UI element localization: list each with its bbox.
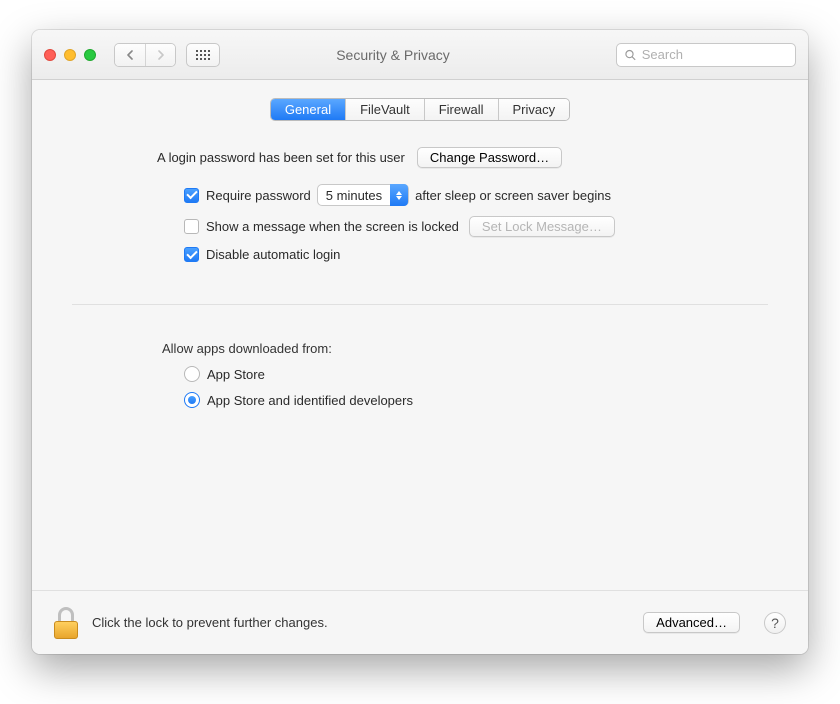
tab-general[interactable]: General [271,99,345,120]
window-title: Security & Privacy [180,47,606,63]
disable-auto-login-checkbox[interactable] [184,247,199,262]
lock-text: Click the lock to prevent further change… [92,615,328,630]
help-button[interactable]: ? [764,612,786,634]
require-password-label-before: Require password [206,188,311,203]
require-password-delay-value: 5 minutes [326,188,382,203]
gatekeeper-heading: Allow apps downloaded from: [162,341,758,356]
preferences-window: Security & Privacy General FileVault Fir… [32,30,808,654]
content-area: General FileVault Firewall Privacy A log… [32,80,808,654]
minimize-button[interactable] [64,49,76,61]
lock-icon[interactable] [54,607,80,639]
radio-app-store-label: App Store [207,367,265,382]
search-input[interactable] [642,47,787,62]
login-status-text: A login password has been set for this u… [157,150,405,165]
back-button[interactable] [115,44,145,66]
require-password-delay-select[interactable]: 5 minutes [317,184,409,206]
titlebar: Security & Privacy [32,30,808,80]
set-lock-message-button: Set Lock Message… [469,216,615,237]
close-button[interactable] [44,49,56,61]
gatekeeper-section: Allow apps downloaded from: App Store Ap… [32,315,808,418]
disable-auto-login-label: Disable automatic login [206,247,340,262]
select-stepper-icon [390,184,408,206]
require-password-checkbox[interactable] [184,188,199,203]
radio-app-store[interactable] [184,366,200,382]
tab-privacy[interactable]: Privacy [498,99,570,120]
search-icon [625,49,636,61]
login-section: A login password has been set for this u… [32,121,808,294]
divider [72,304,768,305]
footer: Click the lock to prevent further change… [32,590,808,654]
forward-button[interactable] [145,44,175,66]
show-message-checkbox[interactable] [184,219,199,234]
change-password-button[interactable]: Change Password… [417,147,562,168]
nav-segment [114,43,176,67]
search-field[interactable] [616,43,796,67]
tab-firewall[interactable]: Firewall [424,99,498,120]
radio-identified-developers[interactable] [184,392,200,408]
tab-filevault[interactable]: FileVault [345,99,424,120]
advanced-button[interactable]: Advanced… [643,612,740,633]
tab-bar: General FileVault Firewall Privacy [32,98,808,121]
show-message-label: Show a message when the screen is locked [206,219,459,234]
window-controls [44,49,96,61]
zoom-button[interactable] [84,49,96,61]
require-password-label-after: after sleep or screen saver begins [415,188,611,203]
radio-identified-developers-label: App Store and identified developers [207,393,413,408]
